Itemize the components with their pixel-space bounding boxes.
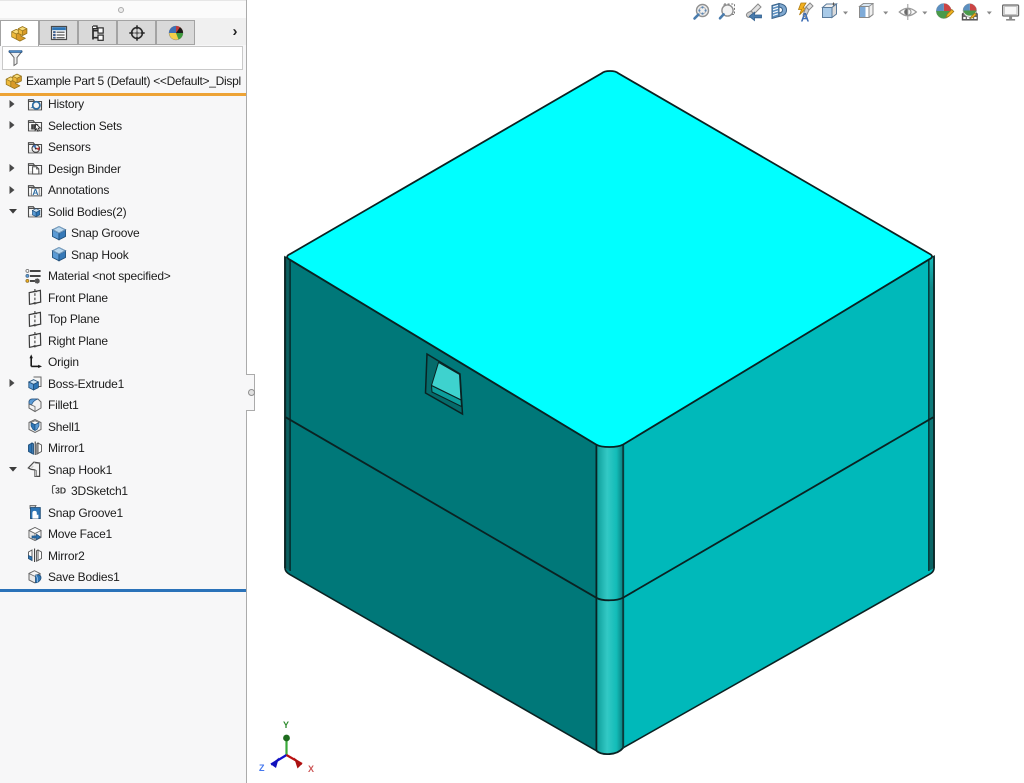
svg-text:Y: Y [283,720,289,730]
svg-text:Z: Z [259,763,265,773]
svg-text:X: X [308,764,314,774]
svg-text:A: A [801,11,810,25]
